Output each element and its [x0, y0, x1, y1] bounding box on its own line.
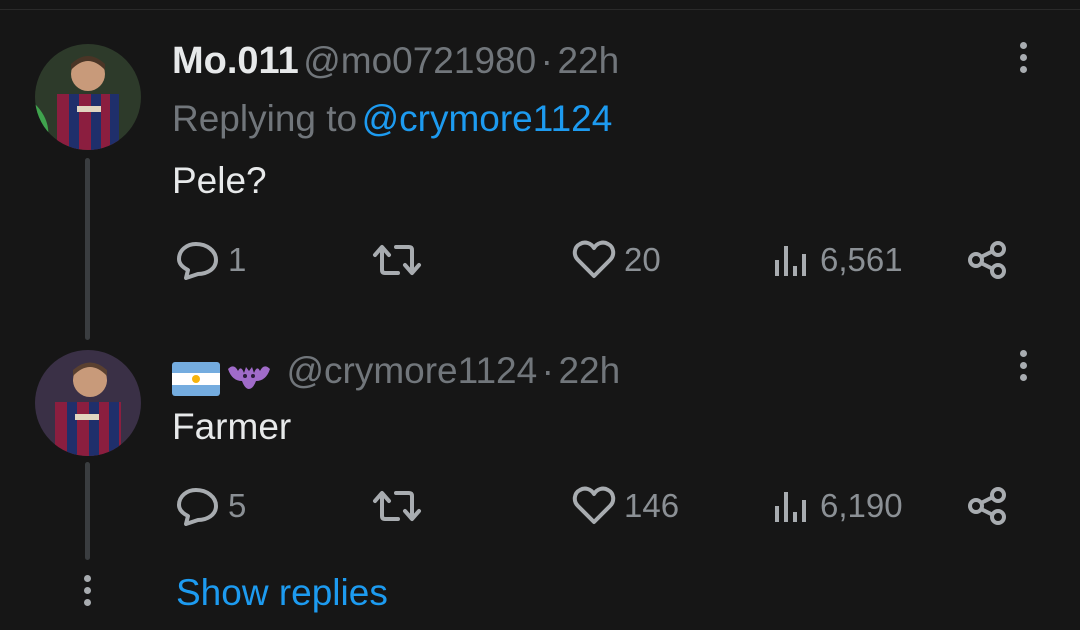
avatar-image: [35, 350, 141, 456]
avatar-image: [35, 44, 141, 150]
reply-count: 5: [228, 487, 247, 524]
thread-line: [85, 462, 90, 560]
thread-more-icon[interactable]: [84, 575, 92, 611]
thread-line: [85, 158, 90, 340]
replying-to-link[interactable]: @crymore1124: [362, 98, 613, 139]
more-options-icon[interactable]: [1020, 42, 1028, 78]
replying-to-line: Replying to @crymore1124: [172, 98, 612, 140]
views-action[interactable]: 6,561: [772, 240, 903, 280]
timestamp[interactable]: 22h: [557, 40, 619, 81]
reply-icon: [177, 488, 218, 526]
reply-header: Mo.011 @mo0721980 · 22h: [172, 40, 619, 83]
heart-icon: [572, 240, 616, 278]
reply-count: 1: [228, 241, 247, 278]
retweet-action[interactable]: [372, 486, 430, 526]
separator: ·: [540, 40, 553, 81]
display-name[interactable]: Mo.011: [172, 40, 299, 82]
reply-action[interactable]: 5: [176, 486, 246, 526]
more-options-icon[interactable]: [1020, 350, 1028, 386]
retweet-action[interactable]: [372, 240, 430, 280]
display-name-emoji[interactable]: [172, 361, 276, 396]
timestamp[interactable]: 22h: [558, 350, 620, 391]
like-action[interactable]: 20: [572, 240, 661, 280]
share-action[interactable]: [966, 240, 1010, 280]
retweet-icon: [373, 491, 421, 521]
argentina-flag-icon: [172, 361, 220, 396]
retweet-icon: [373, 245, 421, 275]
views-action[interactable]: 6,190: [772, 486, 903, 526]
like-count: 146: [624, 487, 680, 524]
views-icon: [775, 492, 806, 522]
share-action[interactable]: [966, 486, 1010, 526]
share-icon: [968, 241, 1006, 279]
replying-prefix: Replying to: [172, 98, 358, 139]
purple-devil-bat-icon: [226, 359, 272, 398]
reply-header: @crymore1124 · 22h: [172, 350, 620, 398]
avatar[interactable]: [35, 350, 141, 456]
handle[interactable]: @mo0721980: [303, 40, 536, 81]
reply-icon: [177, 242, 218, 280]
heart-icon: [572, 486, 616, 524]
like-count: 20: [624, 241, 661, 278]
handle[interactable]: @crymore1124: [286, 350, 537, 391]
share-icon: [968, 487, 1006, 525]
show-replies-link[interactable]: Show replies: [176, 572, 388, 614]
reply-action[interactable]: 1: [176, 240, 246, 280]
views-count: 6,561: [820, 241, 903, 278]
reply-text: Pele?: [172, 160, 267, 201]
separator: ·: [541, 350, 554, 391]
top-divider: [0, 9, 1080, 10]
like-action[interactable]: 146: [572, 486, 679, 526]
views-icon: [775, 246, 806, 276]
reply-text: Farmer: [172, 406, 292, 447]
avatar[interactable]: [35, 44, 141, 150]
views-count: 6,190: [820, 487, 903, 524]
